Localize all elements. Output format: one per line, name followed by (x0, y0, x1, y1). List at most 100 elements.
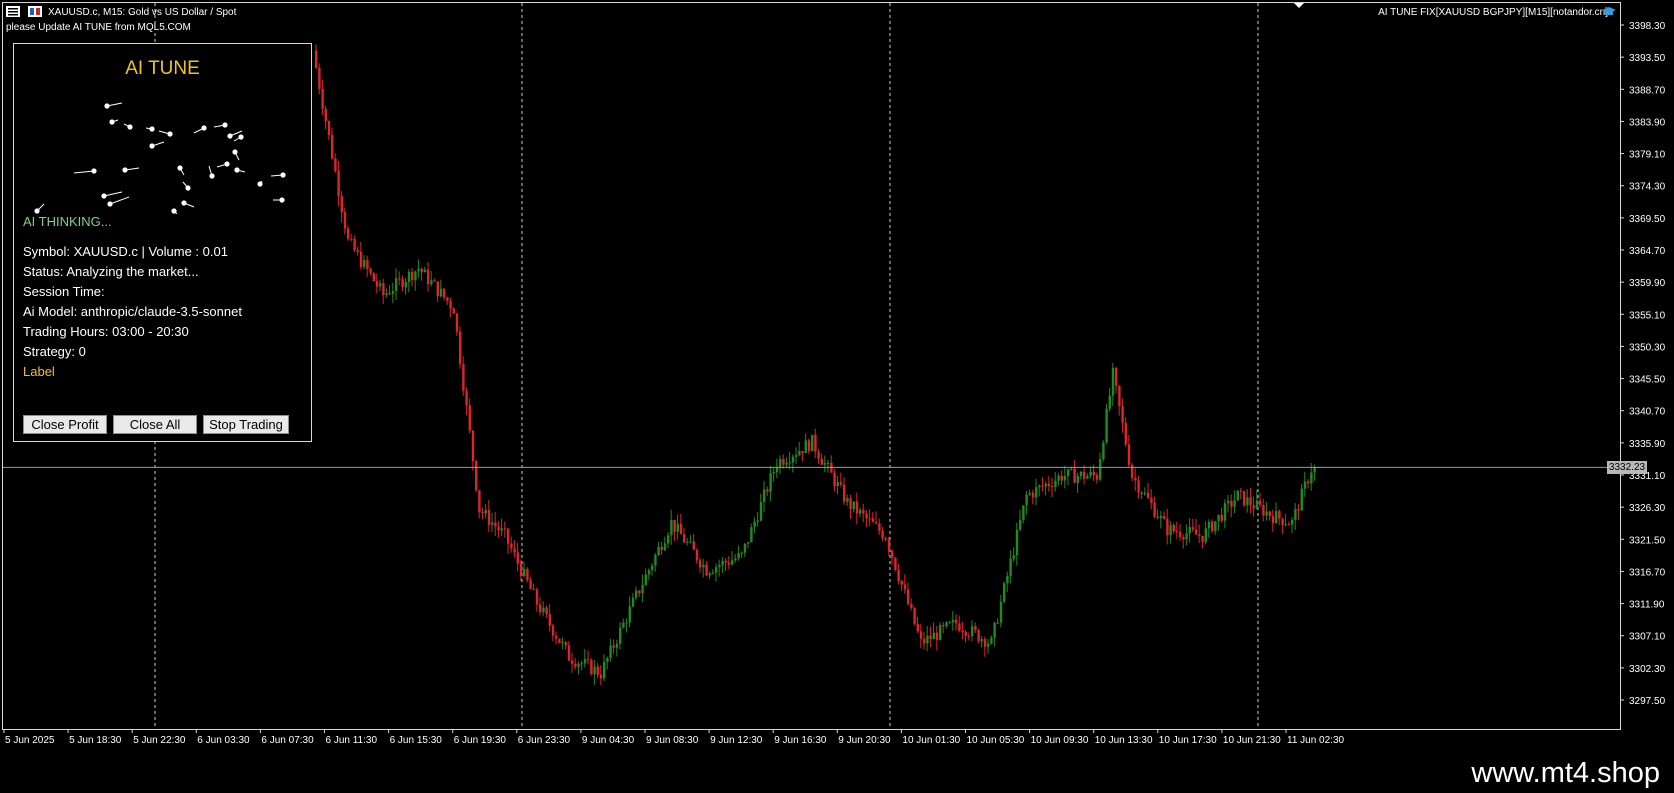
particle-dot (181, 200, 187, 206)
particle-dot (122, 167, 128, 173)
candle-body (359, 251, 363, 267)
candle-body (702, 564, 705, 568)
candle-body (382, 283, 385, 295)
candle-body (635, 590, 638, 598)
particle-dot (149, 126, 155, 132)
candle-body (436, 281, 439, 297)
y-tick-label: 3321.50 (1629, 535, 1666, 546)
candle-body (340, 195, 343, 213)
candle-body (753, 521, 756, 528)
candle-body (513, 548, 516, 553)
candle-body (750, 527, 753, 543)
candle-body (1185, 533, 1188, 540)
candle-body (686, 541, 689, 543)
candle-body (839, 482, 843, 485)
y-tick-label: 3379.10 (1629, 150, 1666, 161)
candle-body (337, 171, 340, 196)
particle-dot (279, 197, 285, 203)
candle-body (1182, 536, 1185, 540)
x-tick-label: 6 Jun 07:30 (261, 735, 314, 746)
particle-dot (257, 181, 263, 187)
candle-body (1083, 471, 1086, 479)
candle-body (759, 501, 763, 521)
candle-body (401, 279, 404, 288)
candle-body (539, 604, 542, 613)
y-tick-label: 3311.90 (1629, 600, 1665, 611)
candle-body (439, 288, 443, 297)
y-tick-label: 3350.30 (1629, 342, 1666, 353)
candle-body (478, 490, 481, 513)
candle-body (1124, 422, 1127, 445)
candle-body (433, 280, 436, 282)
candle-body (756, 520, 759, 522)
candle-body (782, 459, 785, 465)
candle-body (1111, 368, 1115, 396)
candle-body (484, 509, 487, 514)
y-tick-label: 3374.30 (1629, 182, 1666, 193)
candle-body (987, 643, 990, 647)
candle-body (676, 523, 679, 532)
candle-body (1227, 500, 1230, 504)
footer-bar: www.mt4.shop (0, 753, 1674, 793)
candle-body (455, 313, 459, 332)
candle-body (609, 645, 612, 658)
candle-body (622, 622, 625, 628)
candle-body (535, 589, 539, 605)
candle-body (897, 569, 900, 581)
candle-body (1246, 497, 1249, 506)
candle-body (1262, 504, 1265, 516)
candle-body (510, 543, 513, 549)
menu-icon[interactable] (6, 6, 20, 17)
stop-trading-button[interactable]: Stop Trading (203, 415, 289, 434)
candle-body (619, 627, 622, 644)
candle-body (1223, 503, 1227, 521)
candle-body (519, 563, 523, 577)
candle-body (1307, 481, 1310, 484)
x-tick-label: 5 Jun 2025 (5, 735, 55, 746)
candle-body (836, 482, 839, 486)
candle-body (1303, 481, 1307, 489)
candle-body (1163, 516, 1166, 519)
candle-body (321, 88, 324, 109)
candle-body (1252, 505, 1255, 509)
y-tick-label: 3335.90 (1629, 439, 1666, 450)
candle-body (1041, 485, 1044, 487)
candle-body (503, 528, 507, 530)
indicator-name: AI TUNE FIX[XAUUSD BGPJPY][M15][notandor… (1378, 7, 1608, 18)
candle-body (737, 553, 740, 559)
graduation-cap-icon[interactable] (1602, 6, 1616, 17)
trade-panel-icon[interactable] (28, 6, 42, 17)
candle-body (551, 625, 555, 636)
candle-body (977, 630, 980, 642)
info-trading-hours: Trading Hours: 03:00 - 20:30 (23, 324, 189, 339)
candle-body (318, 67, 321, 89)
x-tick-label: 9 Jun 16:30 (774, 735, 827, 746)
chart-title: XAUUSD.c, M15: Gold vs US Dollar / Spot (48, 7, 237, 18)
candle-body (1070, 468, 1073, 470)
candle-body (673, 520, 676, 532)
candle-body (654, 555, 657, 566)
candle-body (459, 331, 462, 365)
footer-watermark: www.mt4.shop (1471, 757, 1660, 789)
candle-body (334, 158, 337, 172)
candle-body (791, 456, 795, 463)
info-label: Label (23, 364, 55, 379)
y-tick-label: 3297.50 (1629, 696, 1666, 707)
candle-body (475, 460, 478, 491)
candle-body (919, 631, 923, 639)
close-profit-button[interactable]: Close Profit (23, 415, 107, 434)
candle-body (1159, 516, 1163, 519)
candle-body (366, 259, 369, 269)
info-ai-model: Ai Model: anthropic/claude-3.5-sonnet (23, 304, 242, 319)
close-all-button[interactable]: Close All (113, 415, 197, 434)
candle-body (603, 661, 606, 679)
candle-body (1220, 514, 1223, 521)
y-tick-label: 3393.50 (1629, 53, 1666, 64)
particle-dot (171, 208, 177, 214)
chart-shift-marker[interactable] (1294, 3, 1304, 8)
candle-body (523, 568, 526, 577)
candle-body (993, 622, 996, 638)
candle-body (1147, 492, 1150, 498)
y-tick-label: 3316.70 (1629, 567, 1666, 578)
candle-body (526, 568, 529, 581)
